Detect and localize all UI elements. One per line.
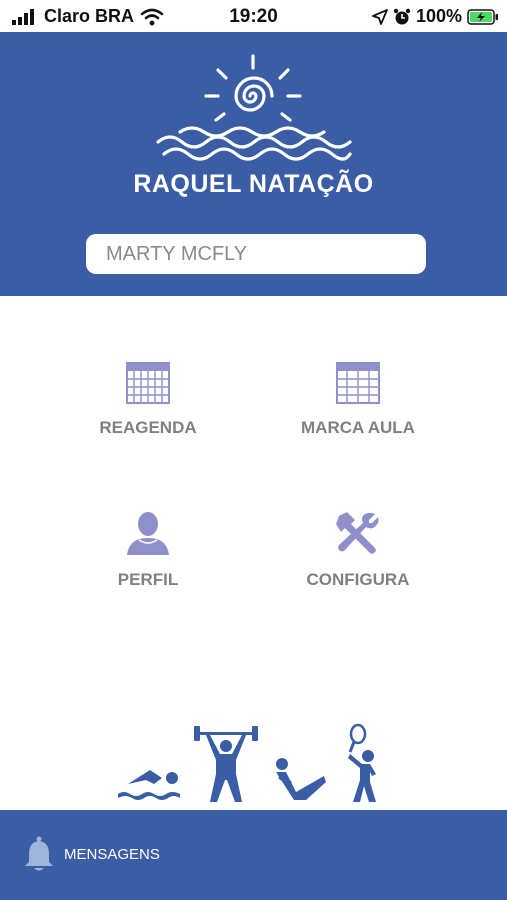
- tennis-player-icon: [348, 723, 376, 802]
- messages-label: MENSAGENS: [64, 845, 160, 863]
- sun-waves-logo-icon: [156, 54, 352, 161]
- grid-calendar-icon: [336, 362, 380, 404]
- alarm-clock-icon: [393, 8, 411, 24]
- calendar-icon: [126, 362, 170, 404]
- marca-aula-label: MARCA AULA: [301, 418, 415, 437]
- status-right: 100%: [372, 6, 499, 27]
- battery-percent: 100%: [415, 6, 462, 26]
- perfil-button[interactable]: PERFIL: [48, 510, 248, 620]
- user-icon: [127, 512, 169, 555]
- tools-icon: [336, 512, 379, 554]
- configura-button[interactable]: CONFIGURA: [258, 510, 458, 620]
- messages-button[interactable]: MENSAGENS: [24, 836, 160, 872]
- reagenda-label: REAGENDA: [99, 418, 197, 437]
- swimmer-icon: [118, 770, 180, 800]
- marca-aula-button[interactable]: MARCA AULA: [258, 362, 458, 472]
- perfil-label: PERFIL: [117, 570, 179, 589]
- header: RAQUEL NATAÇÃO MARTY MCFLY: [0, 32, 507, 296]
- configura-label: CONFIGURA: [306, 570, 410, 589]
- bell-icon: [25, 836, 53, 871]
- student-name-field[interactable]: MARTY MCFLY: [86, 234, 426, 274]
- weightlifter-icon: [194, 726, 258, 802]
- sports-pictograms: [118, 723, 376, 802]
- footer: MENSAGENS: [0, 810, 507, 900]
- student-name-value: MARTY MCFLY: [106, 242, 248, 265]
- brand-title: RAQUEL NATAÇÃO: [133, 170, 374, 198]
- status-bar: Claro BRA 19:20 100%: [0, 0, 507, 32]
- situp-icon: [276, 758, 326, 800]
- battery-charging-icon: [467, 8, 498, 25]
- location-arrow-icon: [372, 8, 388, 25]
- reagenda-button[interactable]: REAGENDA: [48, 362, 248, 472]
